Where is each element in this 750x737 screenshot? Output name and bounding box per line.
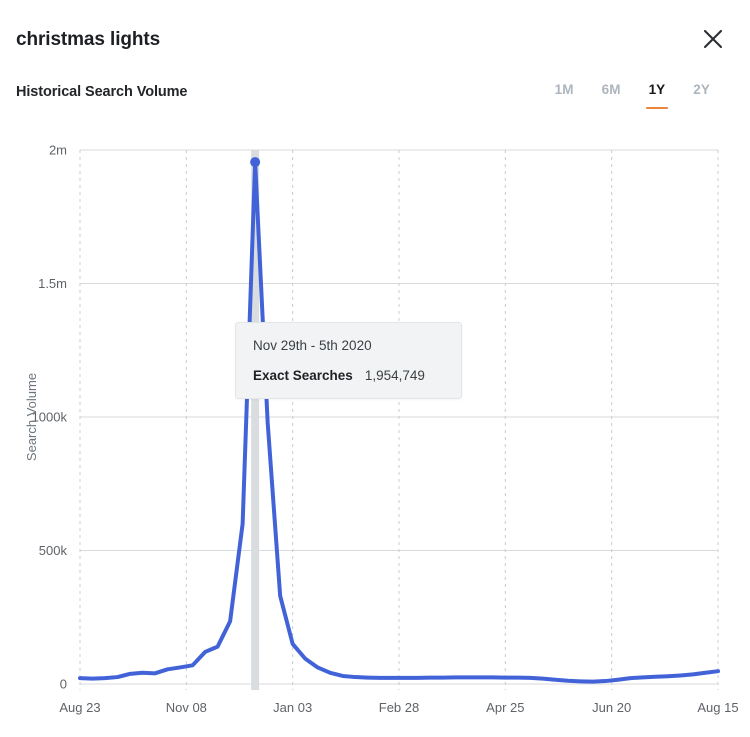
search-volume-line-chart[interactable]: 0500k1000k1.5m2m Aug 23Nov 08Jan 03Feb 2… xyxy=(0,132,750,732)
svg-text:1.5m: 1.5m xyxy=(38,276,67,291)
tab-6m[interactable]: 6M xyxy=(602,80,621,109)
tooltip-metric-label: Exact Searches xyxy=(253,368,353,383)
svg-text:Jun 20: Jun 20 xyxy=(592,700,631,715)
tab-1y[interactable]: 1Y xyxy=(649,80,666,109)
tooltip-date-range: Nov 29th - 5th 2020 xyxy=(253,337,444,355)
chart-tooltip: Nov 29th - 5th 2020 Exact Searches 1,954… xyxy=(235,322,462,399)
tooltip-metric-row: Exact Searches 1,954,749 xyxy=(253,368,444,383)
svg-text:Feb 28: Feb 28 xyxy=(379,700,419,715)
panel-header: christmas lights xyxy=(0,0,750,72)
close-icon xyxy=(701,27,725,51)
x-axis-tick-labels: Aug 23 Nov 08 Jan 03 Feb 28 Apr 25 Jun 20 Aug … xyxy=(59,700,738,715)
svg-text:Nov 08: Nov 08 xyxy=(166,700,207,715)
svg-text:Jan 03: Jan 03 xyxy=(273,700,312,715)
y-axis-title: Search Volume xyxy=(24,373,39,461)
tab-1m[interactable]: 1M xyxy=(555,80,574,109)
section-title: Historical Search Volume xyxy=(16,82,187,102)
page-title: christmas lights xyxy=(16,29,160,51)
vertical-gridlines xyxy=(80,150,718,690)
close-button[interactable] xyxy=(696,22,730,56)
tab-2y[interactable]: 2Y xyxy=(693,80,710,109)
range-tabs: 1M 6M 1Y 2Y xyxy=(555,80,710,109)
svg-text:2m: 2m xyxy=(49,143,67,158)
tooltip-metric-value: 1,954,749 xyxy=(365,368,425,383)
highlight-point[interactable] xyxy=(250,157,260,167)
section-bar: Historical Search Volume 1M 6M 1Y 2Y xyxy=(0,80,750,124)
series-exact-searches[interactable] xyxy=(80,162,718,682)
svg-text:0: 0 xyxy=(60,677,67,692)
chart-container[interactable]: 0500k1000k1.5m2m Aug 23Nov 08Jan 03Feb 2… xyxy=(0,132,750,732)
svg-text:Aug 15: Aug 15 xyxy=(697,700,738,715)
svg-text:500k: 500k xyxy=(39,543,68,558)
svg-text:Aug 23: Aug 23 xyxy=(59,700,100,715)
svg-text:Apr 25: Apr 25 xyxy=(486,700,524,715)
